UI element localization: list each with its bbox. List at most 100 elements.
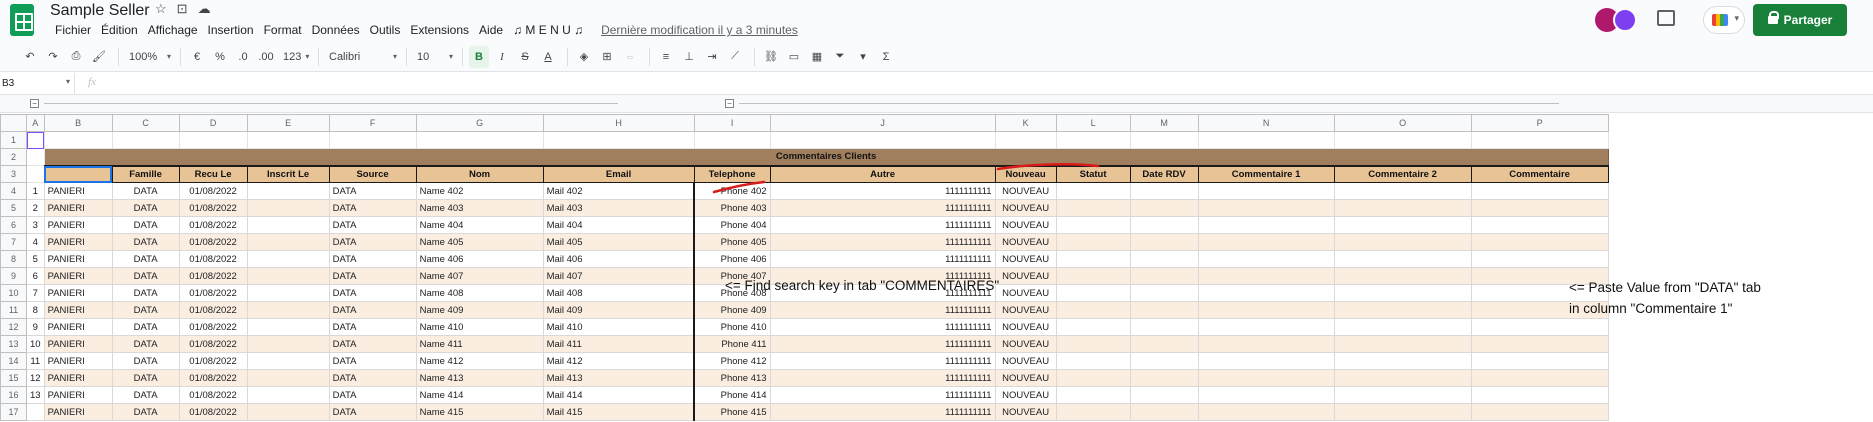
cell-date-rdv[interactable] <box>1129 318 1199 336</box>
column-header-k[interactable]: K <box>994 114 1057 132</box>
cell-panier[interactable]: PANIERI <box>43 199 113 217</box>
row-header[interactable]: 1 <box>0 131 27 149</box>
cell-famille[interactable]: DATA <box>111 216 180 234</box>
cell-recu-le[interactable]: 01/08/2022 <box>178 318 248 336</box>
cell-source[interactable]: DATA <box>328 182 417 200</box>
cell-recu-le[interactable]: 01/08/2022 <box>178 182 248 200</box>
cell-source[interactable]: DATA <box>328 284 417 302</box>
cell-nom[interactable]: Name 403 <box>415 199 544 217</box>
cell-telephone[interactable]: Phone 403 <box>693 199 771 217</box>
row-header[interactable]: 9 <box>0 267 27 285</box>
font-select[interactable]: Calibri <box>325 46 397 68</box>
text-wrap-icon[interactable]: ⇥ <box>702 46 722 68</box>
cell-commentaire-3[interactable] <box>1470 182 1609 200</box>
cell-commentaire-1[interactable] <box>1197 386 1335 404</box>
cell-date-rdv[interactable] <box>1129 301 1199 319</box>
cell-commentaire-3[interactable] <box>1470 318 1609 336</box>
cell-panier[interactable]: PANIERI <box>43 352 113 370</box>
cell-statut[interactable] <box>1055 182 1131 200</box>
cell-recu-le[interactable]: 01/08/2022 <box>178 369 248 387</box>
filter-views-icon[interactable]: ▾ <box>853 46 873 68</box>
cell-source[interactable]: DATA <box>328 352 417 370</box>
cell[interactable] <box>693 131 771 149</box>
cell[interactable] <box>1197 131 1335 149</box>
column-header-d[interactable]: D <box>178 114 248 132</box>
cell-autre[interactable]: 1111111111 <box>769 352 996 370</box>
cell-recu-le[interactable]: 01/08/2022 <box>178 250 248 268</box>
italic-button[interactable]: I <box>492 46 512 68</box>
merge-cells-icon[interactable]: ⇔ <box>620 46 640 68</box>
cell-source[interactable]: DATA <box>328 216 417 234</box>
cell-famille[interactable]: DATA <box>111 403 180 421</box>
cell-telephone[interactable]: Phone 414 <box>693 386 771 404</box>
cloud-status-icon[interactable]: ☁ <box>198 1 211 17</box>
cell-inscrit-le[interactable] <box>246 369 330 387</box>
cell-statut[interactable] <box>1055 403 1131 421</box>
menu-donnees[interactable]: Données <box>307 22 365 38</box>
menu-format[interactable]: Format <box>259 22 307 38</box>
insert-comment-icon[interactable]: ▭ <box>784 46 804 68</box>
cell-autre[interactable]: 1111111111 <box>769 233 996 251</box>
cell-commentaire-2[interactable] <box>1333 352 1472 370</box>
move-folder-icon[interactable]: ⊡ <box>177 1 188 17</box>
cell-commentaire-1[interactable] <box>1197 301 1335 319</box>
cell-email[interactable]: Mail 406 <box>542 250 695 268</box>
cell-recu-le[interactable]: 01/08/2022 <box>178 267 248 285</box>
column-header-o[interactable]: O <box>1333 114 1472 132</box>
row-header[interactable]: 7 <box>0 233 27 251</box>
cell-recu-le[interactable]: 01/08/2022 <box>178 335 248 353</box>
text-color-button[interactable]: A <box>538 46 558 68</box>
undo-icon[interactable]: ↶ <box>20 46 40 68</box>
print-icon[interactable]: ⎙ <box>66 46 86 68</box>
menu-edition[interactable]: Édition <box>96 22 143 38</box>
cell-panier[interactable]: PANIERI <box>43 267 113 285</box>
cell-nom[interactable]: Name 415 <box>415 403 544 421</box>
cell[interactable] <box>769 131 996 149</box>
cell-statut[interactable] <box>1055 284 1131 302</box>
column-header-i[interactable]: I <box>693 114 771 132</box>
header-famille[interactable]: Famille <box>111 164 180 183</box>
cell-source[interactable]: DATA <box>328 318 417 336</box>
share-button[interactable]: Partager <box>1753 4 1847 36</box>
header-commentaire-2[interactable]: Commentaire 2 <box>1333 164 1472 183</box>
cell-commentaire-3[interactable] <box>1470 352 1609 370</box>
increase-decimal-button[interactable]: .00 <box>256 46 276 68</box>
cell-famille[interactable]: DATA <box>111 369 180 387</box>
cell[interactable] <box>26 165 45 183</box>
cell-index[interactable]: 10 <box>26 335 45 353</box>
cell-nom[interactable]: Name 411 <box>415 335 544 353</box>
header-nom[interactable]: Nom <box>415 164 544 183</box>
cell-telephone[interactable]: Phone 412 <box>693 352 771 370</box>
cell-commentaire-2[interactable] <box>1333 386 1472 404</box>
cell-autre[interactable]: 1111111111 <box>769 335 996 353</box>
cell-recu-le[interactable]: 01/08/2022 <box>178 301 248 319</box>
cell-email[interactable]: Mail 412 <box>542 352 695 370</box>
cell-nom[interactable]: Name 409 <box>415 301 544 319</box>
cell-commentaire-3[interactable] <box>1470 386 1609 404</box>
cell-commentaire-3[interactable] <box>1470 250 1609 268</box>
column-header-a[interactable]: A <box>26 114 45 132</box>
cell-famille[interactable]: DATA <box>111 386 180 404</box>
row-header[interactable]: 6 <box>0 216 27 234</box>
cell-index[interactable]: 9 <box>26 318 45 336</box>
cell-commentaire-2[interactable] <box>1333 182 1472 200</box>
cell-date-rdv[interactable] <box>1129 250 1199 268</box>
cell-nouveau[interactable]: NOUVEAU <box>994 216 1057 234</box>
cell-inscrit-le[interactable] <box>246 250 330 268</box>
more-formats-select[interactable]: 123 <box>279 46 309 68</box>
cell-commentaire-1[interactable] <box>1197 267 1335 285</box>
redo-icon[interactable]: ↷ <box>43 46 63 68</box>
cell-email[interactable]: Mail 415 <box>542 403 695 421</box>
column-header-h[interactable]: H <box>542 114 695 132</box>
row-header[interactable]: 16 <box>0 386 27 404</box>
cell-telephone[interactable]: Phone 404 <box>693 216 771 234</box>
cell-commentaire-2[interactable] <box>1333 250 1472 268</box>
cell[interactable] <box>1129 131 1199 149</box>
cell[interactable] <box>246 131 330 149</box>
cell-telephone[interactable]: Phone 406 <box>693 250 771 268</box>
cell-nouveau[interactable]: NOUVEAU <box>994 369 1057 387</box>
menu-custom[interactable]: ♫ M E N U ♫ <box>508 22 588 38</box>
row-header[interactable]: 15 <box>0 369 27 387</box>
cell-commentaire-1[interactable] <box>1197 335 1335 353</box>
cell-commentaire-1[interactable] <box>1197 403 1335 421</box>
